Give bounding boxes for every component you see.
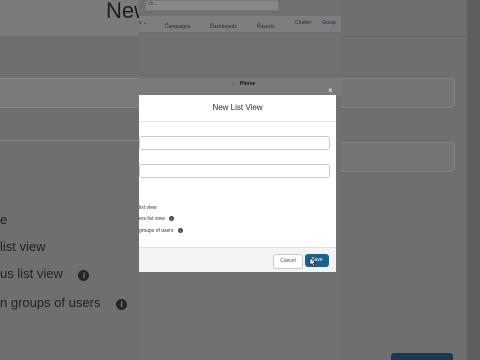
background-page-title: New — [106, 0, 139, 23]
radio-option-groups[interactable]: groups of users i — [139, 228, 183, 234]
background-table-header: ⌄ Phone — [139, 78, 341, 96]
background-scrollbar — [467, 0, 480, 360]
app-screen: ch... s ⌄ Campaigns ⌄ Dashboards ⌄ Repor… — [139, 0, 341, 360]
dropdown-icon: ⌄ — [231, 81, 236, 87]
background-radio-fragment: e — [0, 212, 8, 227]
cancel-button[interactable]: Cancel — [273, 254, 303, 269]
close-icon[interactable]: × — [328, 87, 336, 95]
modal-title: New List View — [212, 103, 263, 112]
modal-footer: Cancel Save — [139, 247, 336, 272]
new-list-view-modal: × New List View list view ers list view … — [139, 87, 336, 272]
info-icon: i — [78, 270, 90, 281]
background-option: n groups of users i — [0, 295, 128, 310]
background-right-panel — [341, 0, 480, 360]
background-input — [0, 78, 139, 108]
background-input — [341, 78, 455, 108]
info-icon: i — [169, 216, 175, 222]
background-left-panel: New list view us list view i n groups of… — [0, 0, 139, 360]
background-divider — [0, 140, 139, 181]
nav-item-fragment[interactable]: s ⌄ — [139, 20, 147, 26]
nav-item-campaigns[interactable]: Campaigns ⌄ — [165, 20, 190, 30]
app-navigation-bar: s ⌄ Campaigns ⌄ Dashboards ⌄ Reports ⌄ C… — [139, 16, 341, 33]
nav-item-chatter[interactable]: Chatter — [295, 20, 311, 26]
background-save-button — [391, 353, 453, 360]
info-icon: i — [116, 299, 128, 310]
radio-option-only-me[interactable]: list view — [139, 205, 157, 211]
list-name-input[interactable] — [139, 136, 330, 150]
column-header-phone: Phone — [240, 81, 256, 87]
modal-header: New List View — [139, 95, 336, 122]
global-search-input[interactable]: ch... — [145, 0, 279, 11]
background-input — [341, 142, 455, 172]
list-api-name-input[interactable] — [139, 164, 330, 178]
background-option: us list view i — [0, 266, 90, 281]
nav-item-reports[interactable]: Reports ⌄ — [257, 20, 275, 30]
background-option: list view — [0, 239, 46, 254]
radio-option-all-users[interactable]: ers list view i — [139, 216, 175, 222]
nav-item-dashboards[interactable]: Dashboards ⌄ — [210, 20, 237, 30]
info-icon: i — [177, 228, 183, 234]
background-divider — [341, 36, 467, 37]
nav-item-groups[interactable]: Group — [322, 20, 336, 26]
